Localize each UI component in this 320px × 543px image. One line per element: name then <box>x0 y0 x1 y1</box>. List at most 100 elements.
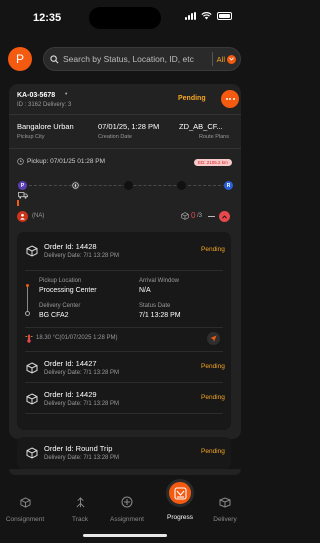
order-title: Order Id: 14429 <box>44 390 97 399</box>
status-badge: Pending <box>178 95 206 102</box>
route-marker-return[interactable]: R <box>224 181 233 190</box>
add-circle-icon <box>121 496 133 508</box>
nav-label: Consignment <box>5 516 45 523</box>
route-marker-pickup[interactable]: P <box>18 181 27 190</box>
route-plans-value: ZD_AB_CF... <box>179 122 223 131</box>
nav-item-consignment[interactable]: Consignment <box>0 495 50 523</box>
route-plans-label: Route Plans <box>199 134 229 140</box>
driver-icon <box>20 213 25 220</box>
divider <box>9 148 241 149</box>
row-divider <box>25 327 223 328</box>
delivery-center-label: Delivery Center <box>39 303 81 309</box>
route-marker-current[interactable] <box>71 181 80 190</box>
row-divider <box>25 413 223 414</box>
bullet-dot: • <box>65 91 68 98</box>
pickup-time: Pickup: 07/01/25 01:28 PM <box>17 158 105 165</box>
list-item[interactable]: Order Id: 14428 Delivery Date: 7/1 13:28… <box>17 236 231 266</box>
order-title: Order Id: 14427 <box>44 359 97 368</box>
navigation-arrow-icon <box>210 335 217 342</box>
creation-date-label: Creation Date <box>98 134 132 140</box>
order-delivery-date: Delivery Date: 7/1 13:28 PM <box>44 401 120 407</box>
progress-fab[interactable] <box>166 479 194 507</box>
nav-label: Delivery <box>213 516 237 523</box>
box-total: /3 <box>197 213 203 219</box>
dynamic-island <box>89 7 161 29</box>
list-item[interactable]: Order Id: 14427 Delivery Date: 7/1 13:28… <box>17 353 231 383</box>
pickup-time-text: Pickup: 07/01/25 01:28 PM <box>27 158 106 165</box>
progress-chart-icon <box>173 486 187 500</box>
nav-label: Progress <box>166 514 193 521</box>
nav-item-delivery[interactable]: Delivery <box>200 495 250 523</box>
collapse-button[interactable] <box>219 211 230 222</box>
package-icon <box>26 245 38 257</box>
order-list: Order Id: 14428 Delivery Date: 7/1 13:28… <box>17 232 231 430</box>
package-icon <box>26 447 38 459</box>
truck-icon <box>18 192 28 199</box>
order-status: Pending <box>201 363 225 370</box>
order-delivery-date: Delivery Date: 7/1 13:28 PM <box>44 455 120 461</box>
package-icon <box>181 212 189 220</box>
filter-dropdown[interactable]: All <box>217 54 240 64</box>
more-options-button[interactable] <box>221 90 239 108</box>
order-status: Pending <box>201 394 225 401</box>
chevron-up-icon <box>222 214 227 219</box>
compass-icon <box>72 182 79 189</box>
consignment-meta: ID : 3162 Delivery: 3 <box>17 102 72 108</box>
clock-icon <box>17 158 24 165</box>
navigate-button[interactable] <box>207 332 220 345</box>
route-progress <box>17 200 19 206</box>
status-icons <box>185 12 232 20</box>
track-icon <box>76 497 84 508</box>
order-delivery-date: Delivery Date: 7/1 13:28 PM <box>44 253 120 259</box>
search-icon <box>50 54 59 63</box>
delivery-icon <box>219 497 231 508</box>
card-bottom <box>9 469 241 475</box>
search-divider <box>211 52 213 66</box>
route-marker-stop[interactable] <box>177 181 186 190</box>
order-title: Order Id: Round Trip <box>44 444 113 453</box>
search-input[interactable] <box>63 54 208 64</box>
driver-avatar[interactable] <box>17 211 28 222</box>
package-icon <box>26 393 38 405</box>
list-item[interactable]: Order Id: Round Trip Delivery Date: 7/1 … <box>17 438 231 468</box>
search-box: All <box>43 47 241 71</box>
arrival-window-value: N/A <box>139 287 151 294</box>
arrival-window-label: Arrival Window <box>139 278 180 284</box>
top-bar: P All <box>0 44 250 74</box>
status-bar: 12:35 <box>0 0 250 36</box>
order-list-tail: Order Id: Round Trip Delivery Date: 7/1 … <box>17 437 231 469</box>
home-indicator <box>83 534 167 537</box>
order-delivery-date: Delivery Date: 7/1 13:28 PM <box>44 370 120 376</box>
dash-divider <box>208 216 215 217</box>
nav-label: Track <box>71 516 88 523</box>
timeline-end <box>25 311 30 316</box>
delivery-center-value: BG CFA2 <box>39 312 69 319</box>
avatar[interactable]: P <box>8 47 32 71</box>
list-item[interactable]: Order Id: 14429 Delivery Date: 7/1 13:28… <box>17 384 231 414</box>
box-icon <box>19 497 31 508</box>
row-divider <box>25 382 223 383</box>
wifi-icon <box>201 12 212 20</box>
nav-item-assignment[interactable]: Assignment <box>102 495 152 523</box>
nav-item-track[interactable]: Track <box>55 495 105 523</box>
nav-label: Assignment <box>110 516 144 523</box>
creation-date-value: 07/01/25, 1:28 PM <box>98 122 160 131</box>
order-status: Pending <box>201 246 225 253</box>
signal-icon <box>185 12 196 20</box>
row-divider <box>25 270 223 271</box>
box-count: 0 <box>191 211 196 220</box>
consignment-id: KA-03-5678 <box>17 92 56 99</box>
consignment-card[interactable]: KA-03-5678 • ID : 3162 Delivery: 3 Pendi… <box>9 84 241 439</box>
chevron-down-icon <box>227 54 236 64</box>
timeline-line <box>27 287 28 311</box>
thermometer-icon <box>25 334 33 343</box>
pickup-city-label: Pickup City <box>17 134 45 140</box>
divider <box>9 114 241 115</box>
route-marker-stop[interactable] <box>124 181 133 190</box>
nav-item-progress[interactable]: Progress <box>155 511 205 521</box>
pickup-location-value: Processing Center <box>39 287 97 294</box>
status-date-value: 7/1 13:28 PM <box>139 312 181 319</box>
driver-name: (NA) <box>32 213 45 219</box>
temperature-reading: 18.30 °C(01/07/2025 1:28 PM) <box>36 335 118 341</box>
status-date-label: Status Date <box>139 303 171 309</box>
